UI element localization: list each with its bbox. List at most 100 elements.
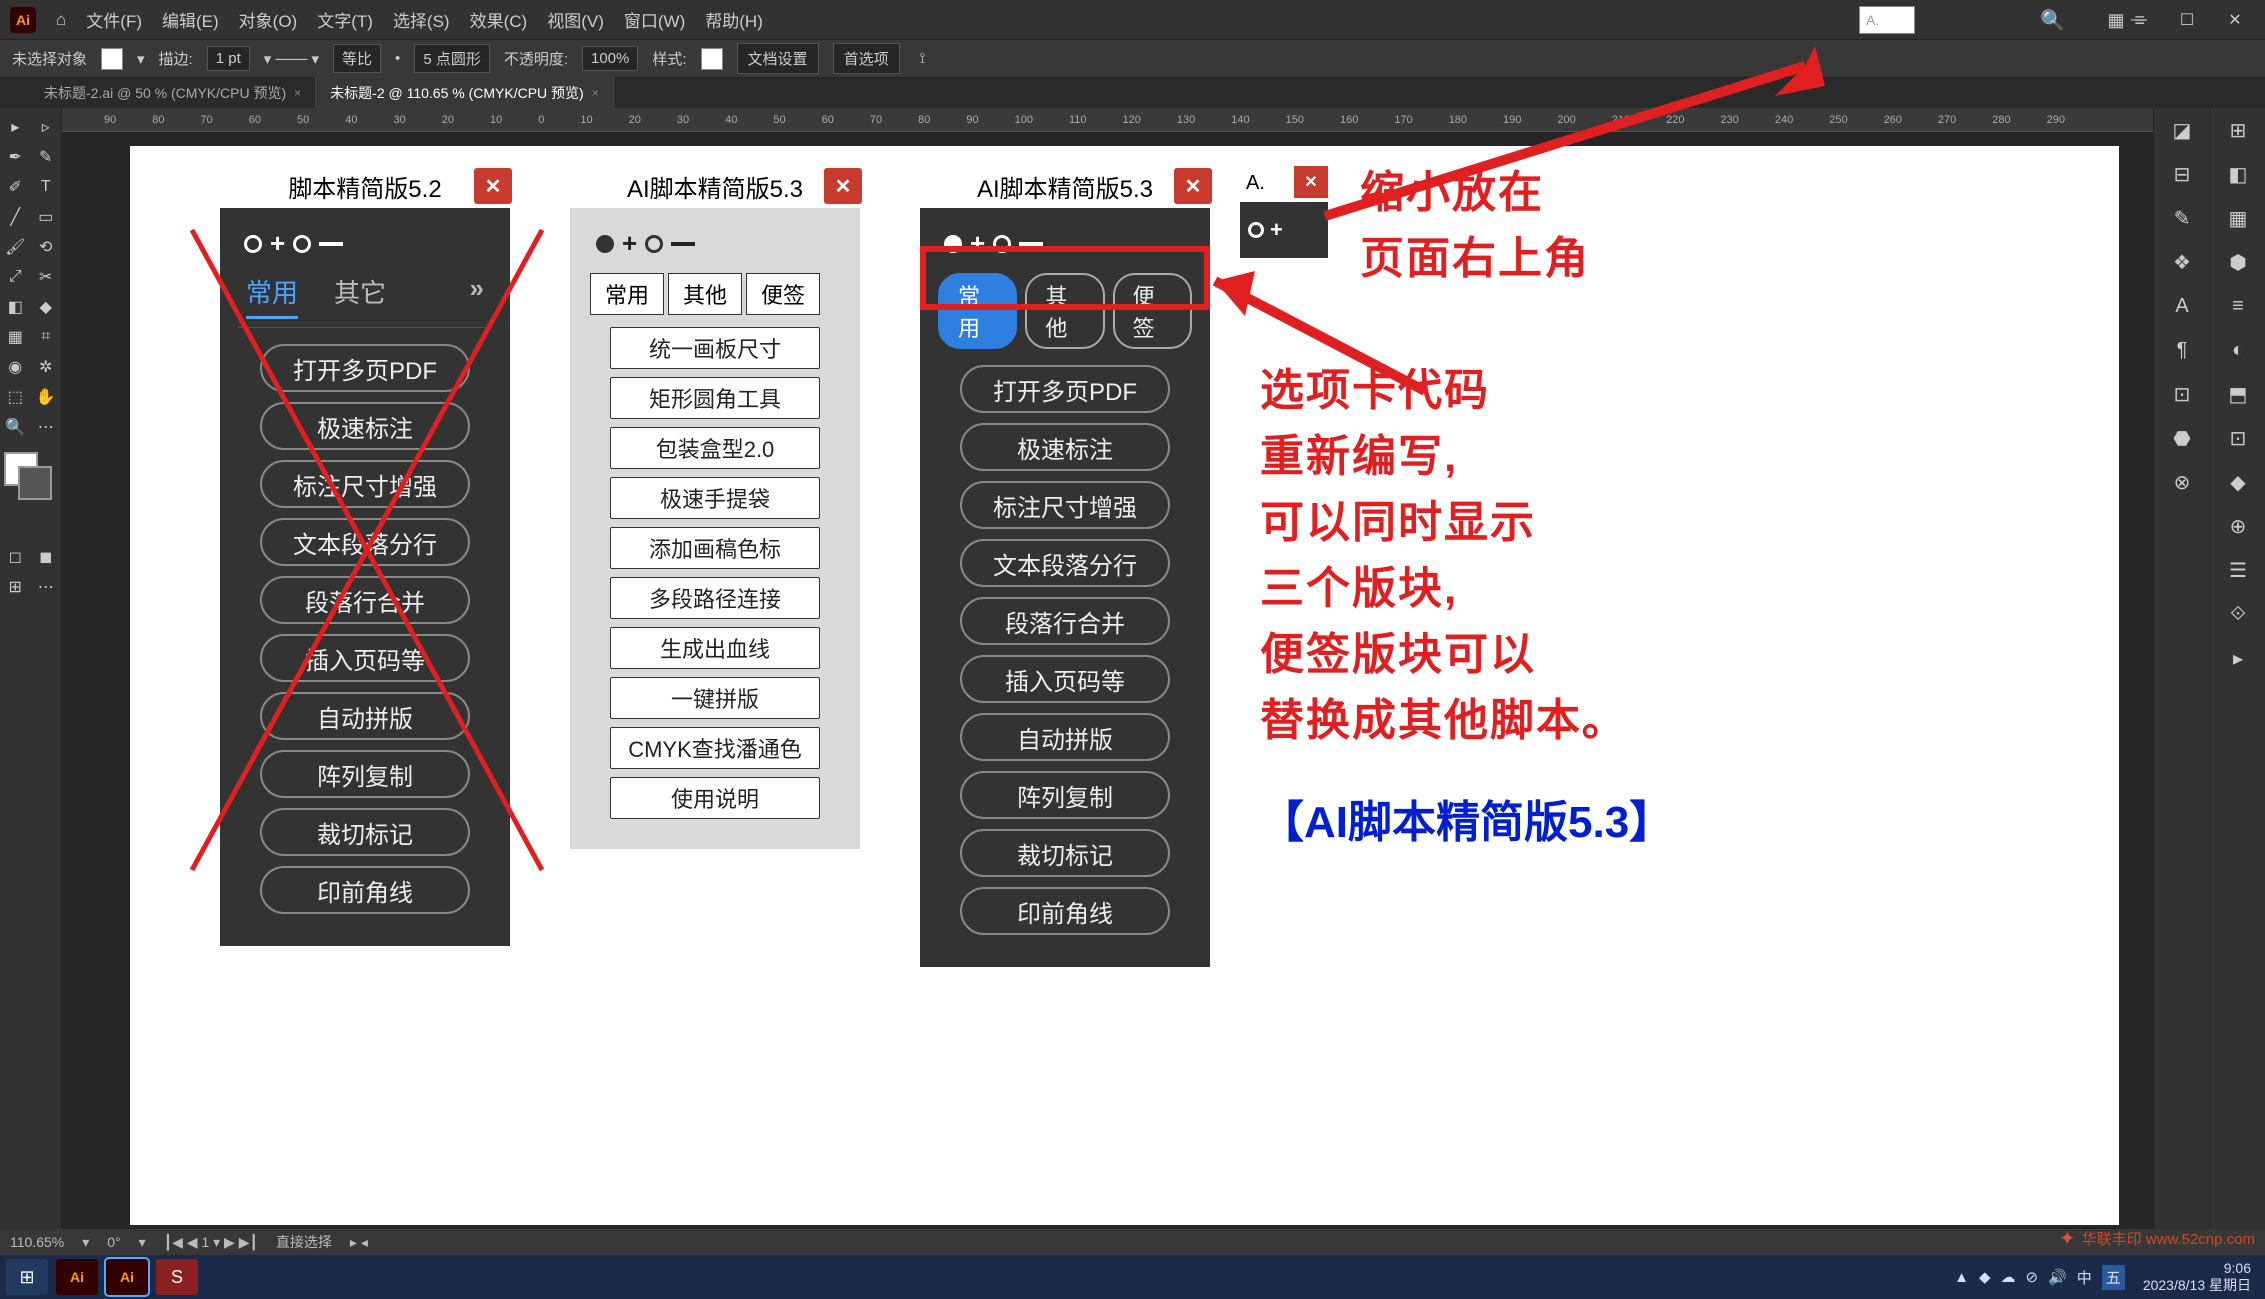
gradient-panel-icon[interactable] [2210,460,2265,504]
symbols-icon[interactable] [2154,240,2210,284]
asset-export-icon[interactable] [2154,372,2210,416]
pencil-tool-icon[interactable] [0,172,31,202]
artboard-tool-icon[interactable] [0,382,31,412]
gradient-tool-icon[interactable] [0,352,31,382]
script-button[interactable]: CMYK查找潘通色 [610,727,820,769]
align-panel-icon[interactable] [2210,548,2265,592]
script-button[interactable]: 添加画稿色标 [610,527,820,569]
actions-icon[interactable] [2210,636,2265,680]
swatches-icon[interactable] [2210,372,2265,416]
ime-icon[interactable]: 五 [2102,1265,2125,1290]
panel53l-close-button[interactable]: ✕ [824,168,862,204]
ime-icon[interactable]: 中 [2077,1267,2092,1288]
menu-edit[interactable]: 编辑(E) [162,7,219,32]
type-tool-icon[interactable] [31,172,62,202]
panel-group-1-icon[interactable] [2154,108,2210,152]
type-panel-icon[interactable] [2154,284,2210,328]
rotate-tool-icon[interactable] [31,232,62,262]
tray-icon[interactable]: ☁ [2001,1268,2016,1286]
script-button[interactable]: 统一画板尺寸 [610,327,820,369]
menu-effect[interactable]: 效果(C) [470,7,528,32]
script-button[interactable]: 打开多页PDF [960,365,1170,413]
document-setup-button[interactable]: 文档设置 [737,43,819,74]
taskbar-illustrator-2[interactable]: Ai [106,1259,148,1295]
mini-close-button[interactable]: ✕ [1294,166,1328,198]
rotate-angle[interactable]: 0° [107,1234,120,1250]
menu-type[interactable]: 文字(T) [317,7,373,32]
pathfinder-icon[interactable] [2210,592,2265,636]
script-button[interactable]: 阵列复制 [260,750,470,798]
radio-icon[interactable] [645,235,663,253]
scale-uniform[interactable]: 等比 [333,44,381,73]
menu-help[interactable]: 帮助(H) [705,7,763,32]
color-swatches[interactable] [0,448,61,524]
selection-tool-icon[interactable] [0,112,31,142]
stroke-weight[interactable]: 1 pt [207,46,250,71]
links-icon[interactable] [2154,460,2210,504]
menu-window[interactable]: 窗口(W) [624,7,685,32]
zoom-tool-icon[interactable] [0,412,31,442]
script-button[interactable]: 标注尺寸增强 [260,460,470,508]
zoom-level[interactable]: 110.65% [10,1234,64,1250]
script-button[interactable]: 文本段落分行 [260,518,470,566]
graphic-styles-icon[interactable] [2210,284,2265,328]
brush-tool-icon[interactable] [0,232,31,262]
taskbar-illustrator-1[interactable]: Ai [56,1259,98,1295]
rectangle-tool-icon[interactable] [31,202,62,232]
panel-group-2-icon[interactable] [2154,152,2210,196]
artboard-nav[interactable]: ┃◀ ◀ 1 ▾ ▶ ▶┃ [164,1234,258,1251]
more-tools-icon[interactable] [31,412,62,442]
script-button[interactable]: 极速标注 [960,423,1170,471]
opacity-value[interactable]: 100% [582,46,638,71]
tab-other[interactable]: 其它 [334,273,386,319]
chevron-right-icon[interactable]: » [470,273,484,319]
mesh-tool-icon[interactable] [31,322,62,352]
properties-icon[interactable] [2210,108,2265,152]
eyedropper-tool-icon[interactable] [31,352,62,382]
radio-on-icon[interactable] [596,235,614,253]
draw-mode-icon[interactable] [31,542,62,572]
tab-notes[interactable]: 便签 [746,273,820,315]
script-button[interactable]: 包装盒型2.0 [610,427,820,469]
stroke-icon[interactable] [2210,416,2265,460]
edit-toolbar-icon[interactable] [31,572,62,602]
paragraph-icon[interactable] [2154,328,2210,372]
style-swatch[interactable] [701,48,723,70]
artboards-icon[interactable] [2154,416,2210,460]
menu-object[interactable]: 对象(O) [239,7,298,32]
scissors-tool-icon[interactable] [31,262,62,292]
tab-common[interactable]: 常用 [590,273,664,315]
scale-tool-icon[interactable] [0,262,31,292]
direct-selection-tool-icon[interactable] [31,112,62,142]
hand-tool-icon[interactable] [31,382,62,412]
script-button[interactable]: 印前角线 [960,887,1170,935]
script-button[interactable]: 裁切标记 [960,829,1170,877]
radio-icon[interactable] [293,235,311,253]
taskbar-app-3[interactable]: S [156,1259,198,1295]
script-button[interactable]: 裁切标记 [260,808,470,856]
line-tool-icon[interactable] [0,202,31,232]
window-close[interactable]: ✕ [2211,6,2259,34]
script-button[interactable]: 生成出血线 [610,627,820,669]
radio-icon[interactable] [244,235,262,253]
script-button[interactable]: 极速手提袋 [610,477,820,519]
shape-builder-tool-icon[interactable] [0,292,31,322]
tab-doc-1[interactable]: 未标题-2.ai @ 50 % (CMYK/CPU 预览)× [30,77,316,109]
script-button[interactable]: 打开多页PDF [260,344,470,392]
script-button[interactable]: 自动拼版 [260,692,470,740]
home-icon[interactable] [56,10,66,30]
panel52-close-button[interactable]: ✕ [474,168,512,204]
script-button[interactable]: 段落行合并 [960,597,1170,645]
align-icon[interactable] [920,50,926,67]
menu-view[interactable]: 视图(V) [547,7,604,32]
script-button[interactable]: 一键拼版 [610,677,820,719]
perspective-tool-icon[interactable] [0,322,31,352]
script-button[interactable]: 插入页码等 [260,634,470,682]
script-button[interactable]: 矩形圆角工具 [610,377,820,419]
script-button[interactable]: 极速标注 [260,402,470,450]
script-button[interactable]: 印前角线 [260,866,470,914]
color-icon[interactable] [2210,328,2265,372]
transform-icon[interactable] [2210,504,2265,548]
tray-icon[interactable]: ▲ [1954,1269,1969,1286]
layers-icon[interactable] [2210,152,2265,196]
